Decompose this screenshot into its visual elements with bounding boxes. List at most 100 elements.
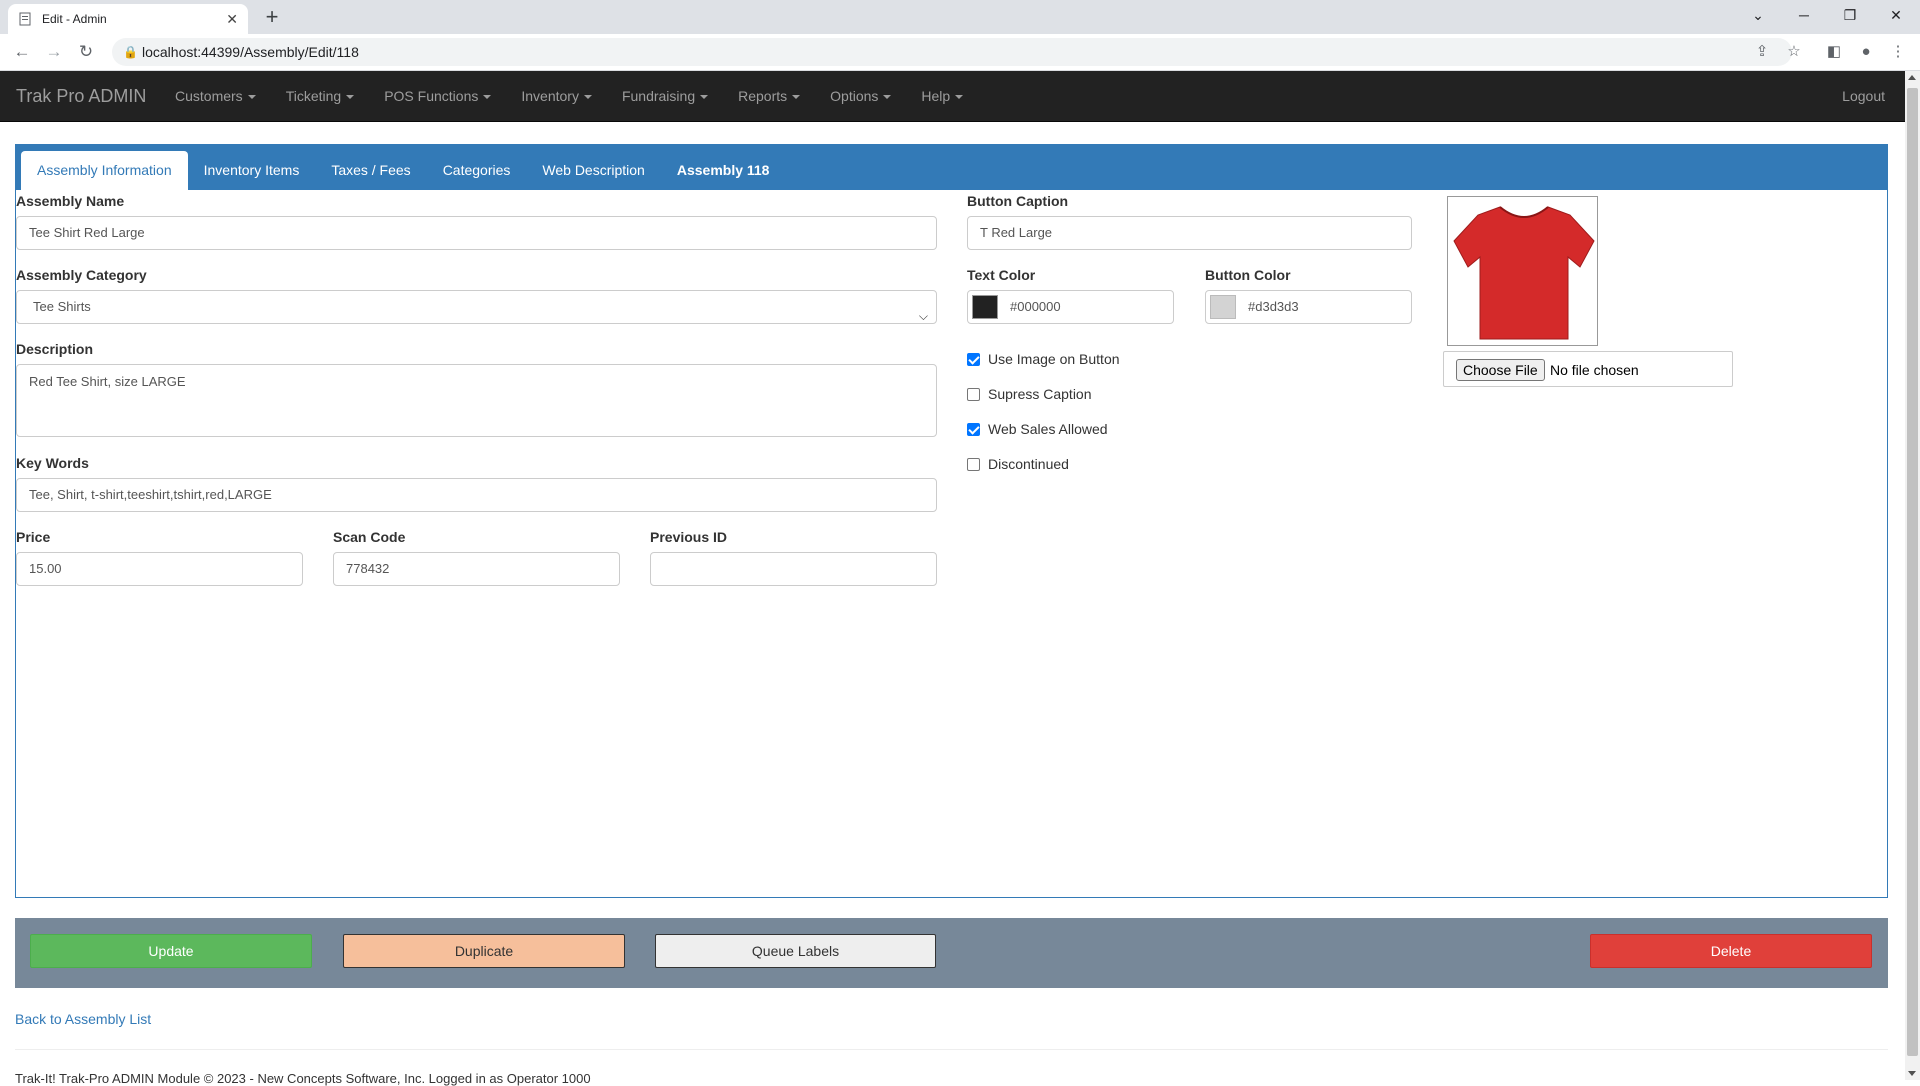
back-to-list-link[interactable]: Back to Assembly List — [15, 1011, 151, 1027]
use-image-label: Use Image on Button — [988, 351, 1120, 367]
button-color-label: Button Color — [1205, 267, 1291, 283]
update-button[interactable]: Update — [30, 934, 312, 968]
button-color-input[interactable]: #d3d3d3 — [1205, 290, 1412, 324]
chevron-down-icon: ⌵ — [918, 309, 928, 323]
text-color-swatch[interactable] — [972, 295, 998, 319]
menu-pos-functions[interactable]: POS Functions — [369, 71, 506, 122]
tshirt-image — [1453, 206, 1595, 340]
menu-fundraising[interactable]: Fundraising — [607, 71, 723, 122]
button-caption-label: Button Caption — [967, 193, 1069, 209]
no-file-text: No file chosen — [1550, 362, 1639, 378]
price-input[interactable]: 15.00 — [16, 552, 303, 586]
minimize-icon[interactable]: ─ — [1782, 0, 1826, 30]
discontinued-checkbox-row[interactable]: Discontinued — [967, 456, 1069, 472]
profile-icon[interactable]: ● — [1854, 40, 1878, 64]
scan-code-input[interactable]: 778432 — [333, 552, 620, 586]
text-color-input[interactable]: #000000 — [967, 290, 1174, 324]
star-icon[interactable]: ☆ — [1782, 40, 1806, 64]
menu-label: Inventory — [521, 88, 579, 104]
caret-down-icon — [247, 95, 256, 100]
assembly-category-select[interactable]: Tee Shirts ⌵ — [16, 290, 937, 324]
page-scrollbar[interactable] — [1905, 71, 1920, 1080]
back-icon[interactable]: ← — [10, 40, 34, 64]
discontinued-label: Discontinued — [988, 456, 1069, 472]
tab-search-icon[interactable]: ⌄ — [1736, 0, 1780, 30]
menu-label: Help — [921, 88, 951, 104]
supress-caption-label: Supress Caption — [988, 386, 1092, 402]
url-field[interactable]: 🔒 localhost:44399/Assembly/Edit/118 — [112, 38, 1792, 66]
lock-icon: 🔒 — [123, 45, 138, 59]
menu-dots-icon[interactable]: ⋮ — [1886, 40, 1910, 64]
menu-label: Customers — [175, 88, 243, 104]
menu-label: Ticketing — [285, 88, 342, 104]
scroll-thumb[interactable] — [1907, 88, 1918, 1056]
button-color-value: #d3d3d3 — [1248, 299, 1299, 314]
menu-label: Fundraising — [621, 88, 696, 104]
browser-tab[interactable]: Edit - Admin ✕ — [8, 4, 248, 34]
sidepanel-icon[interactable]: ◧ — [1822, 40, 1846, 64]
reload-icon[interactable]: ↻ — [74, 40, 98, 64]
menu-reports[interactable]: Reports — [723, 71, 815, 122]
selected-category: Tee Shirts — [33, 299, 91, 314]
caret-down-icon — [955, 95, 964, 100]
new-tab-icon[interactable]: + — [258, 4, 286, 32]
delete-button[interactable]: Delete — [1590, 934, 1872, 968]
share-icon[interactable]: ⇪ — [1750, 40, 1774, 64]
choose-file-button[interactable]: Choose File — [1456, 359, 1545, 381]
supress-caption-checkbox-row[interactable]: Supress Caption — [967, 386, 1092, 402]
close-window-icon[interactable]: ✕ — [1874, 0, 1918, 30]
web-sales-checkbox-row[interactable]: Web Sales Allowed — [967, 421, 1108, 437]
main-menu: Customers Ticketing POS Functions Invent… — [160, 71, 978, 122]
menu-label: Options — [830, 88, 879, 104]
assembly-panel: Assembly Information Inventory Items Tax… — [15, 144, 1888, 898]
page-icon — [18, 12, 32, 26]
web-sales-checkbox[interactable] — [967, 422, 980, 436]
caret-down-icon — [883, 95, 892, 100]
use-image-checkbox[interactable] — [967, 352, 980, 366]
keywords-input[interactable]: Tee, Shirt, t-shirt,teeshirt,tshirt,red,… — [16, 478, 937, 512]
image-file-input[interactable]: Choose File No file chosen — [1443, 351, 1733, 387]
menu-label: POS Functions — [384, 88, 479, 104]
close-tab-icon[interactable]: ✕ — [226, 11, 238, 28]
button-caption-input[interactable]: T Red Large — [967, 216, 1412, 250]
description-textarea[interactable]: Red Tee Shirt, size LARGE — [16, 364, 937, 437]
queue-labels-button[interactable]: Queue Labels — [655, 934, 936, 968]
tab-web-description[interactable]: Web Description — [526, 151, 660, 190]
button-color-swatch[interactable] — [1210, 295, 1236, 319]
menu-options[interactable]: Options — [815, 71, 906, 122]
assembly-image — [1447, 196, 1598, 346]
footer-divider — [15, 1049, 1888, 1050]
price-label: Price — [16, 529, 51, 545]
menu-help[interactable]: Help — [906, 71, 978, 122]
browser-tabbar: Edit - Admin ✕ + ⌄ ─ ❐ ✕ — [0, 0, 1920, 34]
menu-label: Reports — [738, 88, 788, 104]
menu-inventory[interactable]: Inventory — [506, 71, 607, 122]
tab-assembly-information[interactable]: Assembly Information — [21, 151, 188, 190]
supress-caption-checkbox[interactable] — [967, 387, 980, 401]
assembly-name-input[interactable]: Tee Shirt Red Large — [16, 216, 937, 250]
caret-down-icon — [583, 95, 592, 100]
restore-icon[interactable]: ❐ — [1828, 0, 1872, 30]
footer-text: Trak-It! Trak-Pro ADMIN Module © 2023 - … — [15, 1071, 591, 1086]
brand-link[interactable]: Trak Pro ADMIN — [16, 71, 146, 122]
previous-id-label: Previous ID — [650, 529, 728, 545]
tab-inventory-items[interactable]: Inventory Items — [188, 151, 316, 190]
tab-categories[interactable]: Categories — [427, 151, 527, 190]
menu-customers[interactable]: Customers — [160, 71, 271, 122]
tab-strip: Assembly Information Inventory Items Tax… — [16, 145, 1887, 190]
browser-tab-title: Edit - Admin — [42, 12, 107, 26]
tab-assembly-id[interactable]: Assembly 118 — [661, 151, 786, 190]
url-text: localhost:44399/Assembly/Edit/118 — [142, 44, 359, 60]
duplicate-button[interactable]: Duplicate — [343, 934, 625, 968]
logout-link[interactable]: Logout — [1842, 71, 1885, 122]
tab-taxes-fees[interactable]: Taxes / Fees — [315, 151, 426, 190]
scroll-down-icon[interactable] — [1908, 1071, 1916, 1076]
discontinued-checkbox[interactable] — [967, 457, 980, 471]
action-toolbar: Update Duplicate Queue Labels Delete — [15, 918, 1888, 988]
scroll-up-icon[interactable] — [1908, 75, 1916, 80]
previous-id-input[interactable] — [650, 552, 937, 586]
menu-ticketing[interactable]: Ticketing — [271, 71, 370, 122]
forward-icon[interactable]: → — [42, 40, 66, 64]
caret-down-icon — [792, 95, 801, 100]
use-image-checkbox-row[interactable]: Use Image on Button — [967, 351, 1120, 367]
